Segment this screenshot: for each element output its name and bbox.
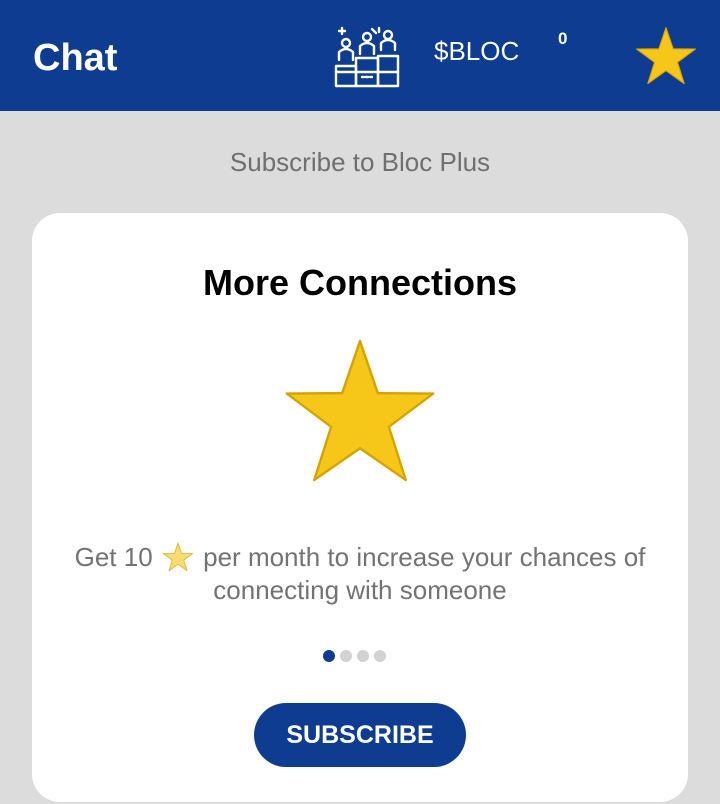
- subscribe-button[interactable]: SUBSCRIBE: [254, 703, 466, 767]
- star-icon: [285, 339, 435, 482]
- description-suffix: per month to increase your chances of co…: [203, 542, 646, 605]
- carousel-dot[interactable]: [374, 650, 386, 662]
- carousel-dot[interactable]: [323, 650, 335, 662]
- star-icon: [162, 542, 193, 572]
- subscription-card: More Connections Get 10 per month to inc…: [32, 213, 688, 802]
- star-icon[interactable]: [636, 26, 696, 86]
- description-prefix: Get 10: [74, 542, 153, 572]
- feature-title: More Connections: [202, 262, 517, 303]
- podium-icon[interactable]: [332, 26, 402, 88]
- carousel-indicator: [323, 650, 403, 664]
- star-count-badge: 0: [558, 29, 568, 48]
- top-app-bar: Chat $BLOC 0: [0, 0, 720, 111]
- bloc-currency-label[interactable]: $BLOC: [434, 36, 519, 66]
- carousel-dot[interactable]: [340, 650, 352, 662]
- feature-description: Get 10 per month to increase your chance…: [72, 541, 648, 607]
- page-title: Chat: [33, 37, 118, 79]
- carousel-dot[interactable]: [357, 650, 369, 662]
- subscribe-heading: Subscribe to Bloc Plus: [229, 147, 491, 177]
